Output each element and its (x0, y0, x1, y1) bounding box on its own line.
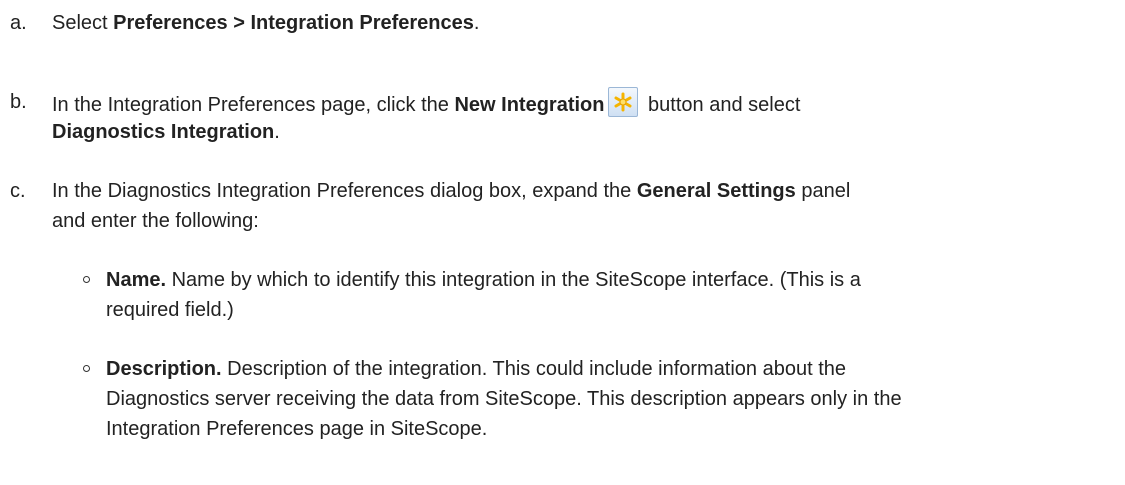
field-label: Name. (106, 269, 167, 291)
step-text-plain: panel (795, 180, 851, 202)
document-body: a. Select Preferences > Integration Pref… (0, 0, 1125, 485)
field-text: Diagnostics server receiving the data fr… (106, 388, 902, 410)
step-text: In the Integration Preferences page, cli… (52, 87, 972, 120)
step-text: In the Diagnostics Integration Preferenc… (52, 176, 972, 206)
step-marker: b. (10, 91, 27, 113)
step-text: and enter the following: (52, 210, 259, 232)
step-text-plain: In the Integration Preferences page, cli… (52, 94, 455, 116)
menu-path: Preferences > Integration Preferences (113, 12, 474, 34)
field-text: required field.) (106, 299, 234, 321)
step-text-plain: button and select (642, 94, 801, 116)
field-description: Description. Description of the integrat… (106, 354, 1036, 384)
field-text: Integration Preferences page in SiteScop… (106, 418, 488, 440)
step-text-plain: Select (52, 12, 114, 34)
step-marker: c. (10, 180, 26, 202)
new-integration-icon[interactable] (608, 87, 639, 117)
field-text: Name by which to identify this integrati… (166, 269, 861, 291)
field-label: Description. (106, 358, 222, 380)
step-marker: a. (10, 12, 27, 34)
step-text: Diagnostics Integration. (52, 117, 972, 147)
circle-bullet-icon (83, 365, 90, 372)
field-text: Description of the integration. This cou… (221, 358, 847, 380)
field-description: Name. Name by which to identify this int… (106, 265, 1036, 295)
step-text-end: . (274, 121, 280, 143)
diagnostics-integration-label: Diagnostics Integration (52, 121, 275, 143)
step-text: Select Preferences > Integration Prefere… (52, 8, 972, 38)
step-text-plain: In the Diagnostics Integration Preferenc… (52, 180, 637, 202)
new-integration-label: New Integration (454, 94, 605, 116)
general-settings-label: General Settings (636, 180, 796, 202)
asterisk-star-icon (614, 92, 632, 112)
step-text-end: . (473, 12, 480, 34)
circle-bullet-icon (83, 276, 90, 283)
